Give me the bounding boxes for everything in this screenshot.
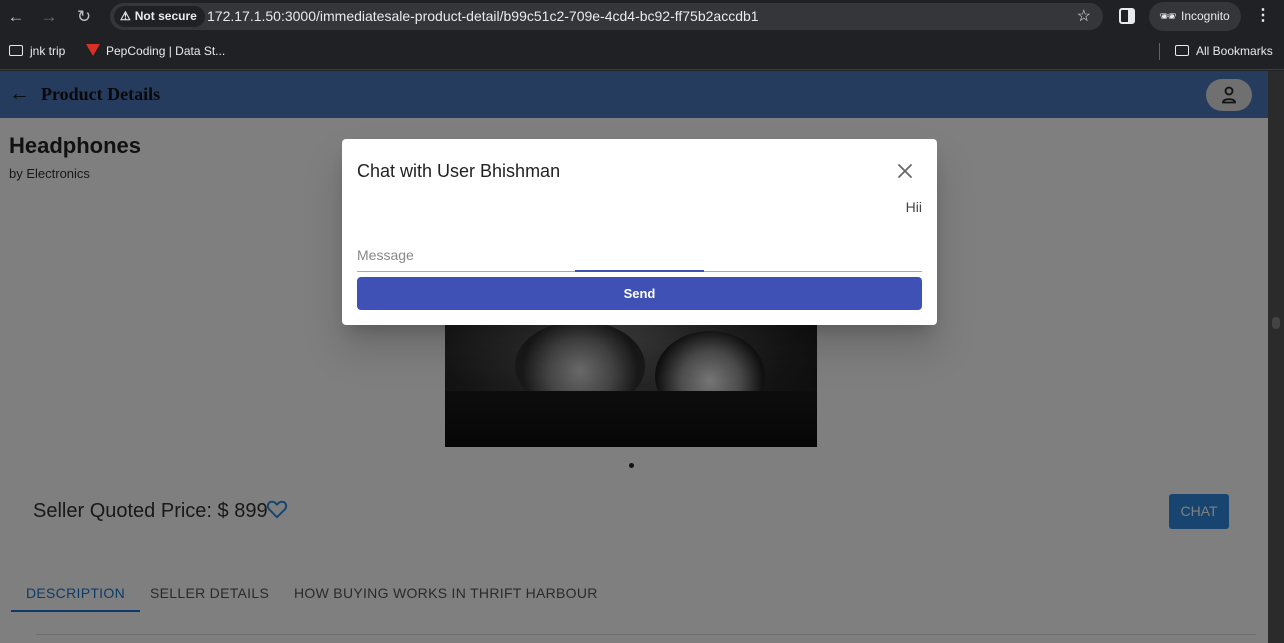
bookmark-pepcoding[interactable]: PepCoding | Data St... bbox=[86, 33, 225, 69]
scrollbar-thumb[interactable] bbox=[1272, 317, 1280, 329]
side-panel-icon[interactable] bbox=[1119, 8, 1135, 24]
dialog-title: Chat with User Bhishman bbox=[357, 161, 561, 181]
send-button[interactable]: Send bbox=[357, 277, 922, 310]
browser-menu-icon[interactable]: ⋮ bbox=[1255, 5, 1271, 27]
close-icon[interactable] bbox=[895, 161, 915, 181]
warning-icon: ⚠ bbox=[120, 9, 131, 23]
input-focus-indicator bbox=[575, 270, 704, 272]
folder-icon bbox=[9, 45, 23, 56]
chat-message: Hii bbox=[905, 199, 922, 215]
browser-toolbar: ← → ↻ ⚠ Not secure 172.17.1.50:3000/immed… bbox=[0, 0, 1284, 33]
bookmarks-bar: jnk trip PepCoding | Data St... All Book… bbox=[0, 33, 1284, 70]
bookmark-star-icon[interactable]: ☆ bbox=[1077, 3, 1091, 30]
bookmark-jnk-trip[interactable]: jnk trip bbox=[9, 33, 65, 69]
incognito-icon: 🕶 bbox=[1159, 8, 1177, 24]
message-input[interactable] bbox=[357, 239, 922, 272]
incognito-chip[interactable]: 🕶 Incognito bbox=[1149, 2, 1241, 31]
address-bar[interactable]: ⚠ Not secure 172.17.1.50:3000/immediatesa… bbox=[110, 3, 1103, 30]
back-icon[interactable]: ← bbox=[5, 6, 27, 28]
bookmarks-divider bbox=[1159, 43, 1160, 60]
pepcoding-logo bbox=[86, 44, 100, 56]
page-scrollbar[interactable] bbox=[1268, 71, 1284, 643]
reload-icon[interactable]: ↻ bbox=[73, 6, 95, 28]
forward-icon[interactable]: → bbox=[38, 6, 60, 28]
chat-dialog: Chat with User Bhishman Hii Send bbox=[342, 139, 937, 325]
all-bookmarks[interactable]: All Bookmarks bbox=[1175, 33, 1273, 69]
security-chip[interactable]: ⚠ Not secure bbox=[114, 6, 205, 27]
url-text[interactable]: 172.17.1.50:3000/immediatesale-product-d… bbox=[207, 3, 759, 30]
folder-icon bbox=[1175, 45, 1189, 56]
